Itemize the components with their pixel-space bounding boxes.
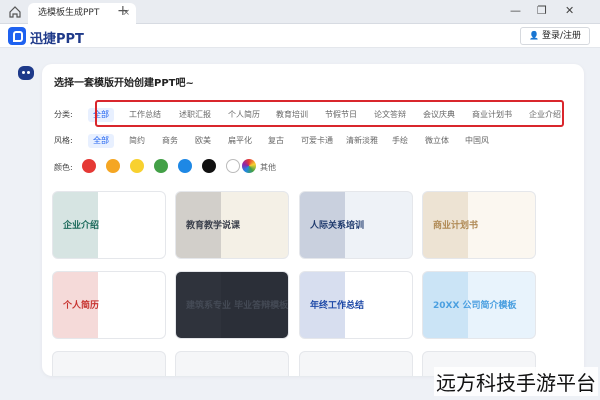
color-swatch-multicolor[interactable] <box>242 159 256 173</box>
tab-title: 选模板生成PPT <box>38 8 100 18</box>
style-chip-simple[interactable]: 简约 <box>124 134 150 148</box>
template-title: 年终工作总结 <box>310 301 365 311</box>
color-swatch[interactable] <box>82 159 96 173</box>
login-register-button[interactable]: 👤 登录/注册 <box>520 27 590 45</box>
color-swatch[interactable] <box>130 159 144 173</box>
app-header: 迅捷PPT 👤 登录/注册 <box>0 24 600 48</box>
template-title: 商业计划书 <box>433 221 479 231</box>
category-highlight-box <box>95 100 564 127</box>
minimize-icon[interactable]: — <box>510 4 521 17</box>
color-swatch[interactable] <box>154 159 168 173</box>
template-title: 人际关系培训 <box>310 221 365 231</box>
style-label: 风格: <box>54 136 73 145</box>
template-picker-card: 选择一套模版开始创建PPT吧~ 分类: 全部 工作总结 述职汇报 个人简历 教育… <box>42 64 584 376</box>
style-chip-all[interactable]: 全部 <box>88 134 114 148</box>
close-window-icon[interactable]: ✕ <box>565 4 574 17</box>
template-thumbnail[interactable]: 企业介绍 <box>52 191 166 259</box>
template-title: 20XX 公司简介模板 <box>433 301 517 311</box>
template-thumbnail[interactable]: 个人简历 <box>52 271 166 339</box>
template-title: 建筑系专业 毕业答辩模板 <box>186 301 289 311</box>
style-chip-3d[interactable]: 微立体 <box>420 134 454 148</box>
style-chip-handdrawn[interactable]: 手绘 <box>387 134 413 148</box>
style-chip-retro[interactable]: 复古 <box>263 134 289 148</box>
app-logo-text: 迅捷PPT <box>30 32 84 47</box>
maximize-icon[interactable]: ❐ <box>537 4 547 17</box>
color-swatch[interactable] <box>106 159 120 173</box>
template-thumbnail[interactable]: 人际关系培训 <box>299 191 413 259</box>
color-label: 颜色: <box>54 163 73 172</box>
new-tab-icon[interactable]: + <box>117 3 129 19</box>
style-filter-row: 风格: 全部 简约 商务 欧美 扁平化 复古 可爱卡通 清新淡雅 手绘 微立体 … <box>54 134 574 148</box>
style-chip-chinese[interactable]: 中国风 <box>460 134 494 148</box>
color-swatch[interactable] <box>202 159 216 173</box>
app-logo-icon <box>8 27 26 45</box>
color-swatch[interactable] <box>178 159 192 173</box>
color-other-label[interactable]: 其他 <box>260 162 276 173</box>
template-thumbnail[interactable] <box>175 351 289 376</box>
template-title: 企业介绍 <box>63 221 100 231</box>
template-thumbnail[interactable]: 商业计划书 <box>422 191 536 259</box>
style-chip-flat[interactable]: 扁平化 <box>223 134 257 148</box>
style-chip-business[interactable]: 商务 <box>157 134 183 148</box>
template-title: 教育教学说课 <box>186 221 241 231</box>
home-icon[interactable] <box>8 5 22 19</box>
color-filter-row: 颜色: <box>54 161 334 175</box>
assistant-robot-icon <box>18 66 34 80</box>
template-thumbnail[interactable] <box>52 351 166 376</box>
template-thumbnail[interactable] <box>299 351 413 376</box>
template-thumbnail[interactable]: 20XX 公司简介模板 <box>422 271 536 339</box>
browser-tabbar: 选模板生成PPT × + — ❐ ✕ <box>0 0 600 24</box>
category-label: 分类: <box>54 110 73 119</box>
login-label: 登录/注册 <box>541 31 581 41</box>
template-thumbnail[interactable]: 建筑系专业 毕业答辩模板 <box>175 271 289 339</box>
style-chip-cartoon[interactable]: 可爱卡通 <box>296 134 338 148</box>
template-thumbnail[interactable]: 年终工作总结 <box>299 271 413 339</box>
style-chip-fresh[interactable]: 清新淡雅 <box>341 134 383 148</box>
page-title: 选择一套模版开始创建PPT吧~ <box>54 78 194 89</box>
template-thumbnail[interactable]: 教育教学说课 <box>175 191 289 259</box>
user-icon: 👤 <box>529 31 540 40</box>
color-swatch[interactable] <box>226 159 240 173</box>
watermark: 远方科技手游平台 <box>434 367 598 396</box>
style-chip-western[interactable]: 欧美 <box>190 134 216 148</box>
template-title: 个人简历 <box>63 301 100 311</box>
